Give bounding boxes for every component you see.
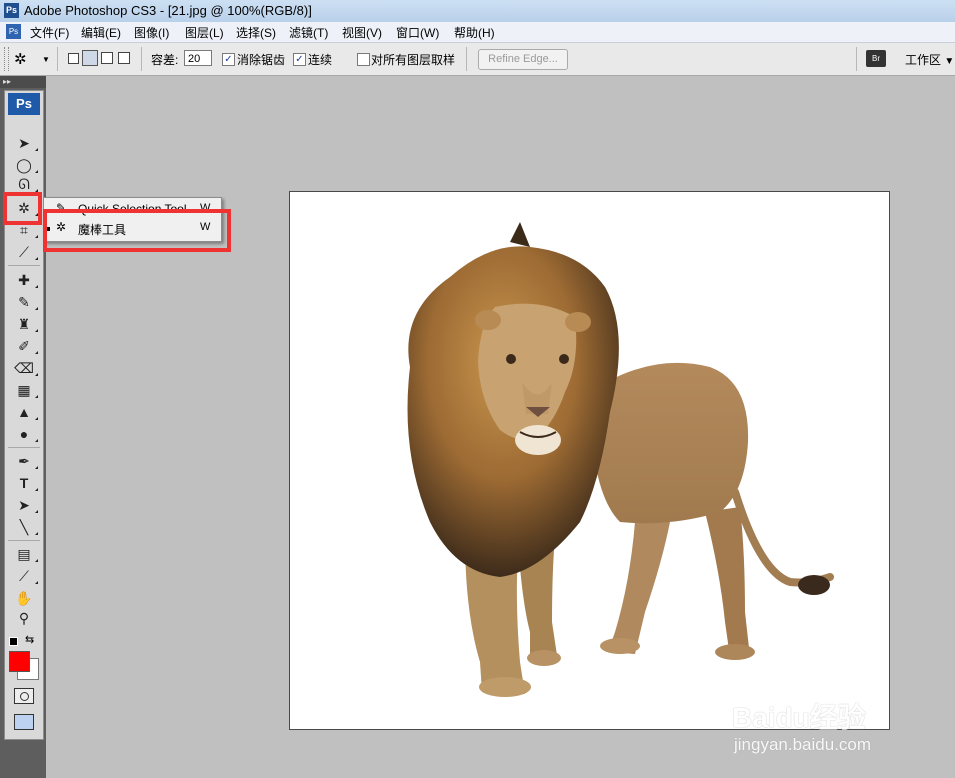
menu-filter[interactable]: 滤镜(T) (289, 24, 328, 41)
blur-tool-icon[interactable]: ▲ (5, 401, 43, 423)
options-separator (856, 47, 857, 71)
path-selection-tool-icon[interactable]: ➤ (5, 494, 43, 516)
highlight-box-tool (3, 192, 42, 225)
tolerance-input[interactable]: 20 (184, 50, 212, 66)
watermark-url: jingyan.baidu.com (734, 735, 872, 754)
menu-view[interactable]: 视图(V) (342, 24, 382, 41)
quick-mask-icon[interactable] (14, 688, 34, 704)
move-tool-icon[interactable]: ➤ (5, 132, 43, 154)
foreground-color-swatch[interactable] (9, 651, 30, 672)
preset-dropdown-arrow-icon[interactable]: ▼ (42, 55, 50, 64)
zoom-tool-icon[interactable]: ⚲ (5, 607, 43, 629)
tolerance-label: 容差: (151, 53, 179, 67)
refine-edge-button[interactable]: Refine Edge... (478, 49, 568, 70)
menu-bar: Ps 文件(F) 编辑(E) 图像(I) 图层(L) 选择(S) 滤镜(T) 视… (0, 22, 955, 43)
brush-tool-icon[interactable]: ✎ (5, 291, 43, 313)
anti-alias-checkbox[interactable]: ✓ (222, 53, 235, 66)
sample-all-layers-label: 对所有图层取样 (371, 53, 456, 67)
contiguous-checkbox[interactable]: ✓ (293, 53, 306, 66)
window-title: Adobe Photoshop CS3 - [21.jpg @ 100%(RGB… (24, 3, 312, 18)
eyedropper-tool-icon[interactable]: ⟋ (5, 565, 43, 587)
tools-separator (8, 540, 40, 541)
anti-alias-label: 消除锯齿 (237, 53, 286, 67)
healing-tool-icon[interactable]: ✚ (5, 269, 43, 291)
tools-separator (8, 447, 40, 448)
magic-wand-preset-icon[interactable]: ✲ (14, 50, 27, 68)
watermark-brand: Baidu经验 (732, 702, 866, 733)
sample-all-layers-checkbox[interactable] (357, 53, 370, 66)
baidu-watermark: Baidu经验 jingyan.baidu.com (732, 672, 932, 772)
workspace-dropdown-icon: ▼ (944, 56, 955, 67)
default-colors-icon[interactable] (9, 637, 18, 646)
menu-image[interactable]: 图像(I) (134, 24, 169, 41)
photoshop-logo-icon: Ps (4, 3, 19, 18)
new-selection-icon[interactable] (68, 53, 79, 64)
dodge-tool-icon[interactable]: ● (5, 423, 43, 445)
eraser-tool-icon[interactable]: ⌫ (5, 357, 43, 379)
highlight-box-menu-item (43, 209, 231, 252)
slice-tool-icon[interactable]: ⟋ (5, 241, 43, 263)
workspace-label: 工作区 (905, 53, 942, 67)
menu-select[interactable]: 选择(S) (236, 24, 276, 41)
panel-collapse-icon[interactable]: ▸▸ (0, 76, 46, 88)
app-menu-icon[interactable]: Ps (6, 24, 21, 39)
photoshop-badge: Ps (8, 93, 40, 115)
gradient-tool-icon[interactable]: ▦ (5, 379, 43, 401)
contiguous-label: 连续 (308, 53, 333, 67)
tools-separator (8, 265, 40, 266)
subtract-from-selection-icon[interactable] (101, 52, 113, 64)
notes-tool-icon[interactable]: ▤ (5, 543, 43, 565)
clone-stamp-tool-icon[interactable]: ♜ (5, 313, 43, 335)
document-canvas[interactable] (289, 191, 890, 730)
options-grip[interactable] (4, 47, 9, 71)
options-bar: ✲ ▼ 容差: 20 ✓ 消除锯齿 ✓ 连续 对所有图层取样 Refine Ed… (0, 43, 955, 76)
tools-panel: ▸▸ Ps ➤ ◯ ᘏ ✲ ⌗ ⟋ ✚ ✎ ♜ ✐ ⌫ ▦ ▲ ● ✒ T ➤ … (0, 76, 46, 778)
menu-layer[interactable]: 图层(L) (185, 24, 224, 41)
intersect-selection-icon[interactable] (118, 52, 130, 64)
title-bar: Ps Adobe Photoshop CS3 - [21.jpg @ 100%(… (0, 0, 955, 23)
options-separator (141, 47, 142, 71)
hand-tool-icon[interactable]: ✋ (5, 587, 43, 609)
bridge-icon[interactable]: Br (866, 50, 886, 67)
options-separator (57, 47, 58, 71)
menu-help[interactable]: 帮助(H) (454, 24, 495, 41)
options-separator (466, 47, 467, 71)
screen-mode-icon[interactable] (14, 714, 34, 730)
history-brush-tool-icon[interactable]: ✐ (5, 335, 43, 357)
line-tool-icon[interactable]: ╲ (5, 516, 43, 538)
workspace-menu[interactable]: 工作区 ▼ (905, 51, 954, 68)
menu-window[interactable]: 窗口(W) (396, 24, 439, 41)
menu-file[interactable]: 文件(F) (30, 24, 69, 41)
menu-edit[interactable]: 编辑(E) (81, 24, 121, 41)
swap-colors-icon[interactable]: ⇆ (25, 633, 34, 646)
lion-image (407, 222, 834, 697)
add-to-selection-icon[interactable] (82, 50, 98, 66)
pen-tool-icon[interactable]: ✒ (5, 450, 43, 472)
type-tool-icon[interactable]: T (5, 472, 43, 494)
tools-palette: Ps ➤ ◯ ᘏ ✲ ⌗ ⟋ ✚ ✎ ♜ ✐ ⌫ ▦ ▲ ● ✒ T ➤ ╲ ▤… (4, 90, 44, 740)
